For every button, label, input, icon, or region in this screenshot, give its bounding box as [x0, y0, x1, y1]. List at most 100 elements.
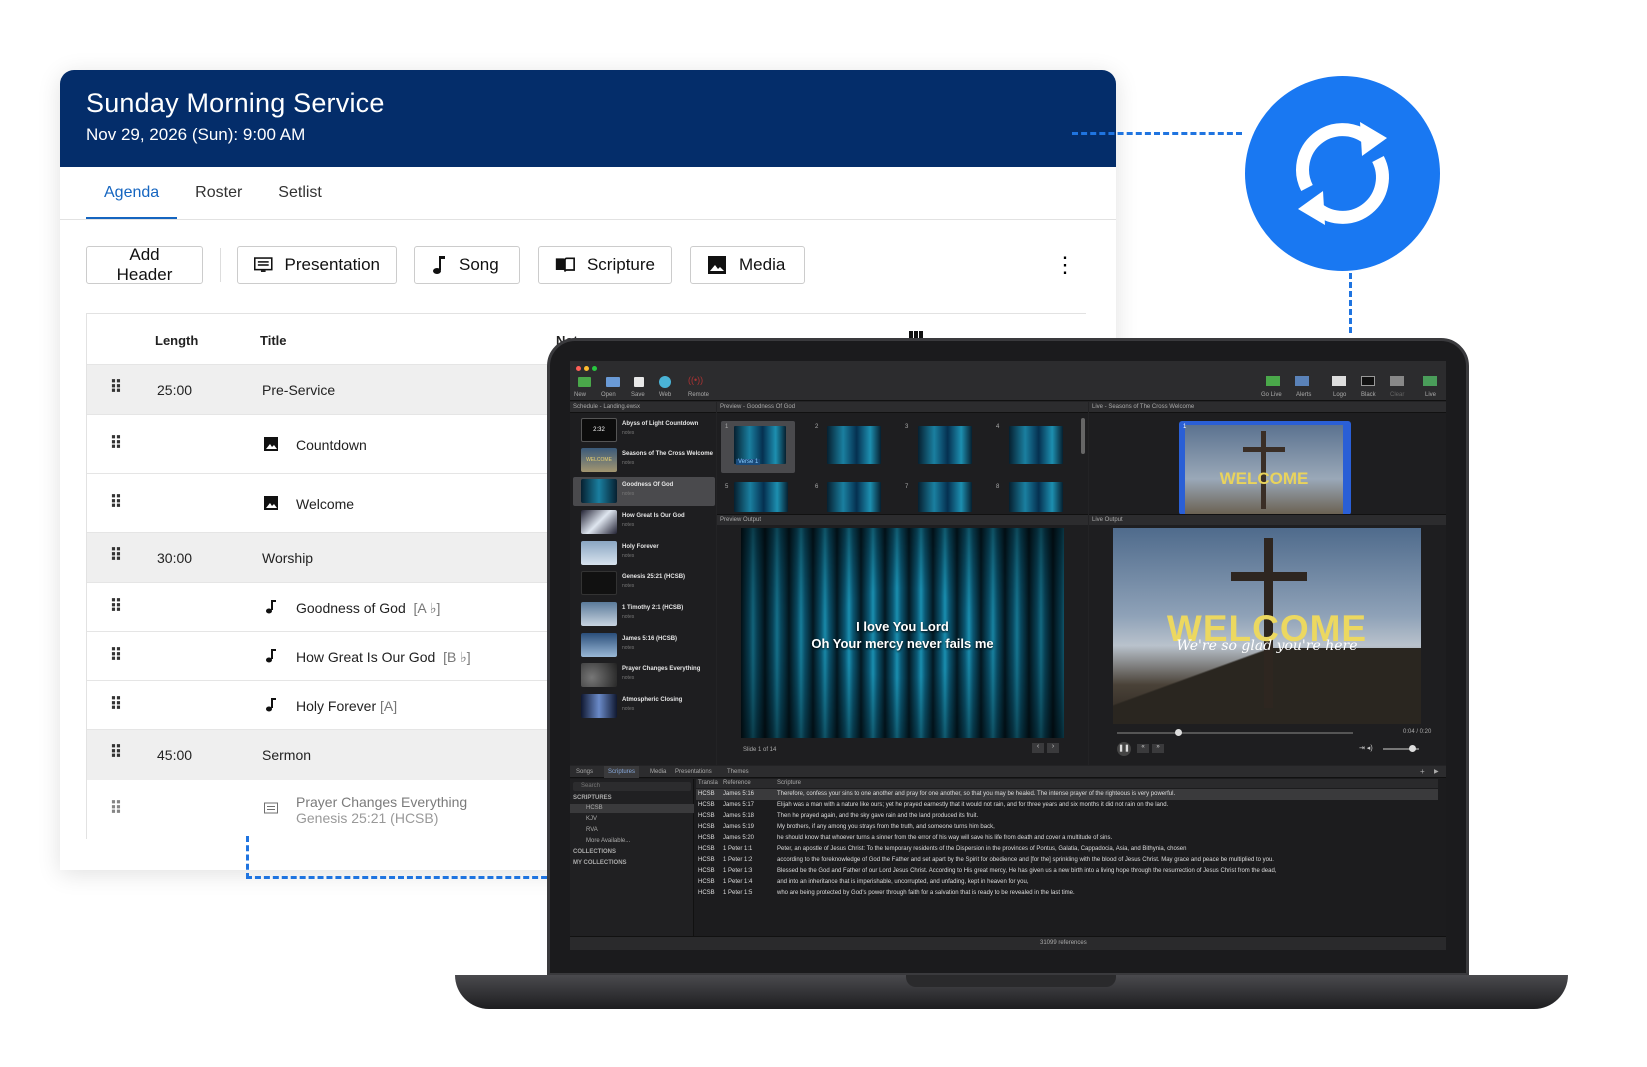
preview-output-label: Preview Output — [720, 517, 762, 523]
tab-media[interactable]: Media — [650, 769, 666, 775]
schedule-item[interactable]: Holy Forever notes — [573, 539, 715, 568]
scripture-item[interactable]: HCSB — [586, 805, 603, 811]
reference-row[interactable]: HCSB James 5:18 Then he prayed again, and … — [696, 811, 1438, 822]
logo-icon[interactable] — [1332, 376, 1346, 386]
ref-reference: James 5:19 — [723, 824, 755, 830]
drag-handle-icon[interactable]: ⠿ — [109, 800, 123, 817]
slide-thumbnail[interactable] — [827, 426, 881, 464]
slide-thumbnail[interactable] — [1009, 426, 1063, 464]
add-icon[interactable]: + — [1420, 767, 1425, 776]
close-window-icon[interactable] — [576, 366, 581, 371]
add-media-button[interactable]: Media — [690, 246, 805, 284]
drag-handle-icon[interactable]: ⠿ — [109, 696, 123, 713]
schedule-item[interactable]: 2:32 Abyss of Light Countdown notes — [573, 416, 715, 445]
reference-row[interactable]: HCSB 1 Peter 1:5 who are being protected b… — [696, 888, 1438, 899]
song-label: Song — [459, 255, 499, 274]
reference-row[interactable]: HCSB James 5:20 he should know that whoeve… — [696, 833, 1438, 844]
clear-icon[interactable] — [1390, 376, 1404, 386]
add-song-button[interactable]: Song — [414, 246, 520, 284]
more-available-link[interactable]: More Available... — [586, 838, 630, 844]
my-collections-section[interactable]: MY COLLECTIONS — [573, 860, 627, 866]
slide-thumbnail[interactable] — [918, 426, 972, 464]
item-subtitle: Genesis 25:21 (HCSB) — [296, 810, 439, 826]
drag-handle-icon[interactable]: ⠿ — [109, 547, 123, 564]
tab-roster[interactable]: Roster — [177, 167, 260, 219]
reference-row[interactable]: HCSB 1 Peter 1:2 according to the foreknow… — [696, 855, 1438, 866]
reference-row[interactable]: HCSB James 5:17 Elijah was a man with a na… — [696, 800, 1438, 811]
volume-icon[interactable]: ⇥ ◂) — [1359, 744, 1373, 752]
rewind-button[interactable]: « — [1137, 744, 1149, 753]
thumbnail — [581, 541, 617, 565]
reference-row[interactable]: HCSB James 5:19 My brothers, if any among … — [696, 822, 1438, 833]
schedule-item[interactable]: James 5:16 (HCSB) notes — [573, 631, 715, 660]
maximize-window-icon[interactable] — [592, 366, 597, 371]
scripture-item[interactable]: RVA — [586, 827, 598, 833]
schedule-item-selected[interactable]: Goodness Of God notes — [573, 477, 715, 506]
ref-text: according to the foreknowledge of God th… — [777, 857, 1274, 863]
schedule-item[interactable]: Genesis 25:21 (HCSB) notes — [573, 569, 715, 598]
slide-thumbnail[interactable] — [827, 482, 881, 512]
scrollbar[interactable] — [1081, 418, 1085, 454]
schedule-item[interactable]: Atmospheric Closing notes — [573, 692, 715, 721]
pause-button[interactable]: ❚❚ — [1117, 742, 1131, 756]
slide-number: 8 — [996, 484, 1000, 490]
add-header-button[interactable]: Add Header — [86, 245, 203, 284]
slide-thumbnail[interactable] — [918, 482, 972, 512]
reference-row[interactable]: HCSB James 5:16 Therefore, confess your si… — [696, 789, 1438, 800]
drag-handle-icon[interactable]: ⠿ — [109, 598, 123, 615]
cross-beam — [1243, 447, 1285, 452]
schedule-item[interactable]: WELCOME Seasons of The Cross Welcome notes — [573, 446, 715, 475]
schedule-item[interactable]: How Great Is Our God notes — [573, 508, 715, 537]
video-progress-handle[interactable] — [1175, 729, 1182, 736]
scripture-item[interactable]: KJV — [586, 816, 597, 822]
add-scripture-button[interactable]: Scripture — [538, 246, 672, 284]
save-icon[interactable] — [634, 377, 644, 387]
tab-songs[interactable]: Songs — [576, 769, 593, 775]
reference-row[interactable]: HCSB 1 Peter 1:3 Blessed be the God and Fa… — [696, 866, 1438, 877]
reference-column: Reference — [723, 780, 751, 786]
schedule-item[interactable]: Prayer Changes Everything notes — [573, 661, 715, 690]
volume-handle[interactable] — [1409, 745, 1416, 752]
song-title: Holy Forever — [296, 698, 377, 714]
prev-slide-button[interactable]: ‹ — [1032, 743, 1044, 753]
collapse-icon[interactable]: ▶ — [1434, 768, 1439, 775]
video-progress-track[interactable] — [1117, 732, 1353, 734]
drag-handle-icon[interactable]: ⠿ — [109, 647, 123, 664]
reference-row[interactable]: HCSB 1 Peter 1:1 Peter, an apostle of Jesu… — [696, 844, 1438, 855]
add-presentation-button[interactable]: Presentation — [237, 246, 397, 284]
book-icon — [555, 257, 575, 272]
scripture-column: Scripture — [777, 780, 802, 786]
minimize-window-icon[interactable] — [584, 366, 589, 371]
schedule-item-notes: notes — [622, 614, 635, 620]
drag-handle-icon[interactable]: ⠿ — [109, 494, 123, 511]
slide-counter: Slide 1 of 14 — [743, 747, 777, 753]
open-icon[interactable] — [606, 377, 620, 387]
drag-handle-icon[interactable]: ⠿ — [109, 379, 123, 396]
alerts-label: Alerts — [1296, 392, 1312, 398]
new-icon[interactable] — [578, 377, 591, 387]
remote-icon[interactable]: ((•)) — [688, 375, 703, 385]
tab-agenda[interactable]: Agenda — [86, 167, 178, 219]
tab-scriptures[interactable]: Scriptures — [604, 766, 640, 778]
ref-reference: James 5:16 — [723, 791, 755, 797]
schedule-item[interactable]: 1 Timothy 2:1 (HCSB) notes — [573, 600, 715, 629]
slide-thumbnail[interactable] — [1009, 482, 1063, 512]
live-icon[interactable] — [1423, 376, 1437, 386]
collections-section[interactable]: COLLECTIONS — [573, 849, 616, 855]
tab-themes[interactable]: Themes — [727, 769, 749, 775]
tab-setlist[interactable]: Setlist — [260, 167, 340, 219]
drag-handle-icon[interactable]: ⠿ — [109, 435, 123, 452]
tab-presentations[interactable]: Presentations — [675, 769, 712, 775]
scripture-label: Scripture — [586, 255, 655, 274]
search-input[interactable]: Search — [573, 782, 691, 791]
forward-button[interactable]: » — [1152, 744, 1164, 753]
reference-row[interactable]: HCSB 1 Peter 1:4 and into an inheritance t… — [696, 877, 1438, 888]
go-live-icon[interactable] — [1266, 376, 1280, 386]
alerts-icon[interactable] — [1295, 376, 1309, 386]
black-icon[interactable] — [1361, 376, 1375, 386]
next-slide-button[interactable]: › — [1047, 743, 1059, 753]
more-options-icon[interactable]: ⋮ — [1054, 254, 1076, 276]
web-icon[interactable] — [659, 376, 671, 388]
slide-thumbnail[interactable] — [734, 482, 788, 512]
drag-handle-icon[interactable]: ⠿ — [109, 744, 123, 761]
